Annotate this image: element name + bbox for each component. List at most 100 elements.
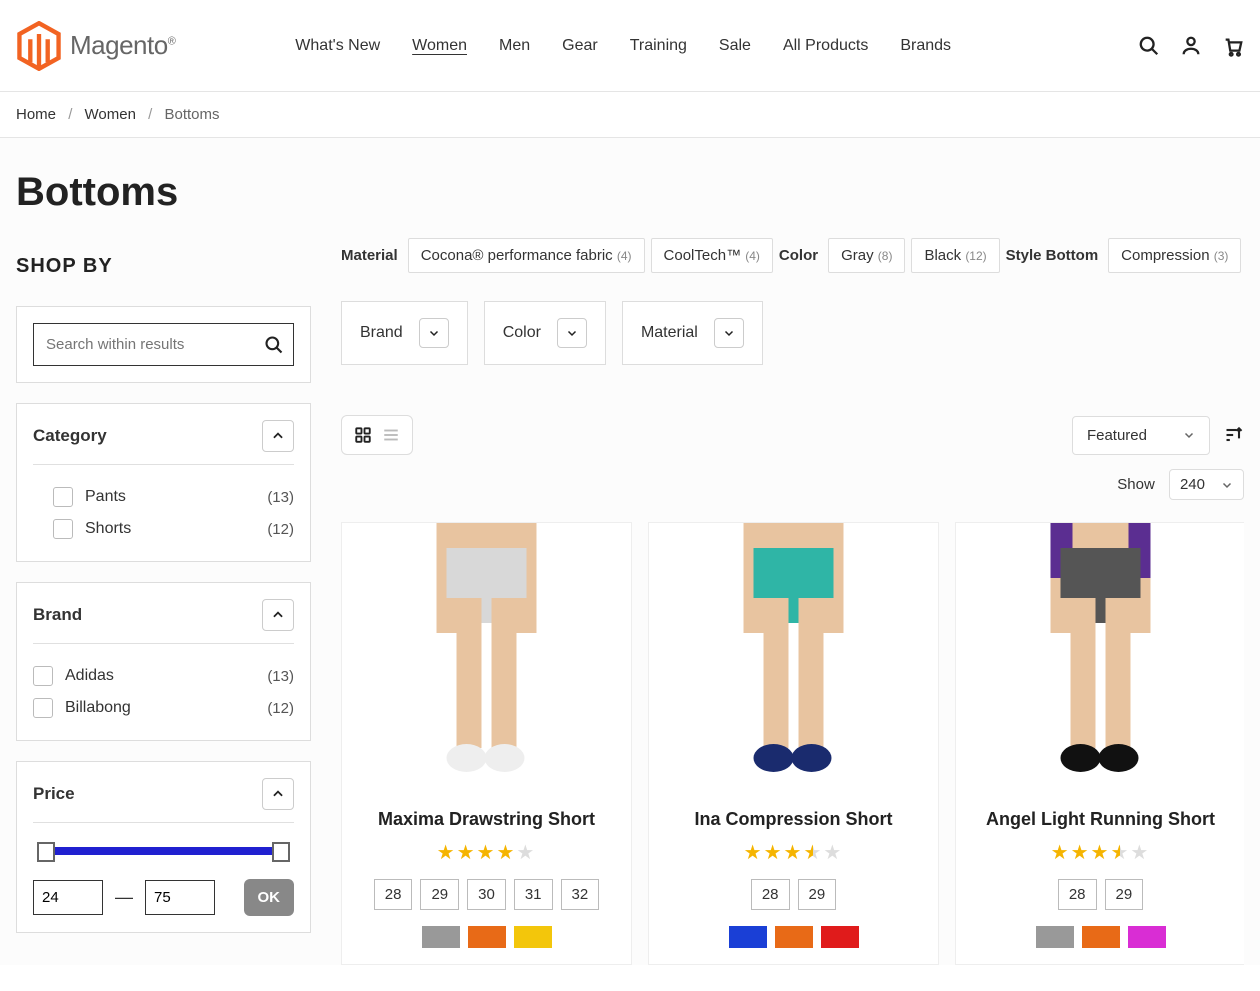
price-ok-button[interactable]: OK <box>244 879 295 916</box>
dropdown-row: Brand Color Material <box>341 301 1244 365</box>
facet-category-title: Category <box>33 426 107 446</box>
sort-select[interactable]: Featured <box>1072 416 1210 455</box>
search-within-icon[interactable] <box>264 335 284 355</box>
chevron-down-icon <box>428 327 440 339</box>
product-card[interactable]: Angel Light Running Short ★★★★★ 2829 <box>955 522 1244 965</box>
header: Magento® What's New Women Men Gear Train… <box>0 0 1260 92</box>
size-swatches: 28 29 <box>649 879 938 910</box>
checkbox-billabong[interactable] <box>33 698 53 718</box>
chevron-up-icon <box>271 608 285 622</box>
product-card[interactable]: Ina Compression Short ★★★★★ 2829 <box>648 522 939 965</box>
color-swatches <box>956 926 1244 948</box>
chevron-down-icon <box>1183 429 1195 441</box>
size-swatch[interactable]: 29 <box>1105 879 1144 910</box>
facet-option-billabong[interactable]: Billabong (12) <box>33 692 294 724</box>
nav-men[interactable]: Men <box>499 37 530 55</box>
controls-row: Featured <box>341 415 1244 455</box>
facet-option-adidas[interactable]: Adidas (13) <box>33 660 294 692</box>
filter-label-color: Color <box>779 247 818 264</box>
nav-sale[interactable]: Sale <box>719 37 751 55</box>
dropdown-material[interactable]: Material <box>622 301 763 365</box>
color-swatches <box>342 926 631 948</box>
chip-gray[interactable]: Gray (8) <box>828 238 905 273</box>
product-image[interactable] <box>342 523 631 793</box>
color-swatch[interactable] <box>821 926 859 948</box>
nav-whats-new[interactable]: What's New <box>295 37 380 55</box>
facet-option-shorts[interactable]: Shorts (12) <box>33 513 294 545</box>
slider-handle-min[interactable] <box>37 842 55 862</box>
color-swatch[interactable] <box>422 926 460 948</box>
show-select[interactable]: 240 <box>1169 469 1244 500</box>
page-title: Bottoms <box>16 170 311 215</box>
dropdown-color[interactable]: Color <box>484 301 606 365</box>
size-swatch[interactable]: 28 <box>751 879 790 910</box>
top-filter-bar: Material Cocona® performance fabric (4) … <box>341 238 1244 273</box>
nav-women[interactable]: Women <box>412 37 467 55</box>
sidebar: Bottoms SHOP BY Category Pants (13) Shor… <box>16 138 311 965</box>
size-swatches: 2829 30 31 32 <box>342 879 631 910</box>
search-icon[interactable] <box>1138 35 1160 57</box>
price-slider[interactable] <box>33 839 294 859</box>
list-view-icon[interactable] <box>382 426 400 444</box>
facet-brand: Brand Adidas (13) Billabong (12) <box>16 582 311 741</box>
size-swatch[interactable]: 29 <box>798 879 837 910</box>
dropdown-brand[interactable]: Brand <box>341 301 468 365</box>
chip-cooltech[interactable]: CoolTech™ (4) <box>651 238 773 273</box>
nav-all-products[interactable]: All Products <box>783 37 868 55</box>
size-swatch[interactable]: 31 <box>514 879 553 910</box>
chevron-up-icon <box>271 429 285 443</box>
price-min-input[interactable] <box>33 880 103 915</box>
color-swatch[interactable] <box>514 926 552 948</box>
grid-view-icon[interactable] <box>354 426 372 444</box>
facet-price-toggle[interactable] <box>262 778 294 810</box>
breadcrumb-women[interactable]: Women <box>85 106 136 123</box>
nav-brands[interactable]: Brands <box>900 37 951 55</box>
facet-category: Category Pants (13) Shorts (12) <box>16 403 311 562</box>
account-icon[interactable] <box>1180 35 1202 57</box>
color-swatch[interactable] <box>468 926 506 948</box>
product-name[interactable]: Maxima Drawstring Short <box>342 809 631 830</box>
size-swatch[interactable]: 32 <box>561 879 600 910</box>
product-image[interactable] <box>956 523 1244 793</box>
chevron-down-icon <box>566 327 578 339</box>
checkbox-shorts[interactable] <box>53 519 73 539</box>
size-swatch[interactable]: 28 <box>1058 879 1097 910</box>
main-nav: What's New Women Men Gear Training Sale … <box>295 37 951 55</box>
breadcrumb-home[interactable]: Home <box>16 106 56 123</box>
color-swatch[interactable] <box>1082 926 1120 948</box>
facet-brand-toggle[interactable] <box>262 599 294 631</box>
product-image[interactable] <box>649 523 938 793</box>
color-swatch[interactable] <box>1128 926 1166 948</box>
slider-track <box>43 847 284 855</box>
product-name[interactable]: Ina Compression Short <box>649 809 938 830</box>
facet-category-toggle[interactable] <box>262 420 294 452</box>
logo-text: Magento® <box>70 30 175 61</box>
facet-option-pants[interactable]: Pants (13) <box>33 481 294 513</box>
size-swatch[interactable]: 30 <box>467 879 506 910</box>
color-swatch[interactable] <box>775 926 813 948</box>
cart-icon[interactable] <box>1222 35 1244 57</box>
product-name[interactable]: Angel Light Running Short <box>956 809 1244 830</box>
checkbox-adidas[interactable] <box>33 666 53 686</box>
chip-cocona[interactable]: Cocona® performance fabric (4) <box>408 238 645 273</box>
product-grid: Maxima Drawstring Short ★★★★★ 2829303132… <box>341 522 1244 965</box>
logo[interactable]: Magento® <box>16 21 175 71</box>
filter-label-style: Style Bottom <box>1006 247 1099 264</box>
price-max-input[interactable] <box>145 880 215 915</box>
nav-training[interactable]: Training <box>630 37 687 55</box>
magento-logo-icon <box>16 21 62 71</box>
size-swatch[interactable]: 29 <box>420 879 459 910</box>
nav-gear[interactable]: Gear <box>562 37 598 55</box>
chip-compression[interactable]: Compression (3) <box>1108 238 1241 273</box>
sort-direction-icon[interactable] <box>1224 425 1244 445</box>
view-toggle <box>341 415 413 455</box>
color-swatch[interactable] <box>729 926 767 948</box>
color-swatch[interactable] <box>1036 926 1074 948</box>
product-card[interactable]: Maxima Drawstring Short ★★★★★ 2829303132 <box>341 522 632 965</box>
chip-black[interactable]: Black (12) <box>911 238 999 273</box>
size-swatch[interactable]: 28 <box>374 879 413 910</box>
search-within-input[interactable] <box>33 323 294 366</box>
slider-handle-max[interactable] <box>272 842 290 862</box>
facet-price: Price — OK <box>16 761 311 933</box>
checkbox-pants[interactable] <box>53 487 73 507</box>
